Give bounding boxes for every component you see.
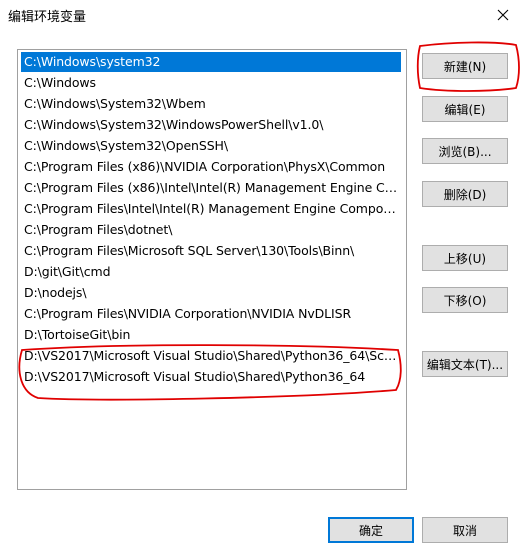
browse-button[interactable]: 浏览(B)... — [422, 138, 508, 164]
list-item[interactable]: C:\Program Files\Intel\Intel(R) Manageme… — [21, 199, 401, 219]
edit-text-button[interactable]: 编辑文本(T)... — [422, 351, 508, 377]
list-item[interactable]: C:\Program Files\NVIDIA Corporation\NVID… — [21, 304, 401, 324]
close-icon — [497, 9, 509, 21]
window-title: 编辑环境变量 — [8, 10, 87, 25]
list-item[interactable]: D:\VS2017\Microsoft Visual Studio\Shared… — [21, 346, 401, 366]
list-item[interactable]: C:\Program Files\Microsoft SQL Server\13… — [21, 241, 401, 261]
list-item[interactable]: C:\Program Files\dotnet\ — [21, 220, 401, 240]
list-item[interactable]: D:\VS2017\Microsoft Visual Studio\Shared… — [21, 367, 401, 387]
close-button[interactable] — [483, 0, 523, 30]
path-listbox[interactable]: C:\Windows\system32 C:\Windows C:\Window… — [17, 49, 407, 490]
move-down-button[interactable]: 下移(O) — [422, 287, 508, 313]
list-item[interactable]: C:\Windows\System32\WindowsPowerShell\v1… — [21, 115, 401, 135]
list-item[interactable]: C:\Windows — [21, 73, 401, 93]
ok-button[interactable]: 确定 — [328, 517, 414, 543]
new-button[interactable]: 新建(N) — [422, 53, 508, 79]
edit-button[interactable]: 编辑(E) — [422, 96, 508, 122]
list-item[interactable]: C:\Windows\System32\OpenSSH\ — [21, 136, 401, 156]
list-item[interactable]: C:\Windows\System32\Wbem — [21, 94, 401, 114]
list-item[interactable]: D:\TortoiseGit\bin — [21, 325, 401, 345]
title-bar: 编辑环境变量 — [0, 0, 523, 30]
list-item[interactable]: D:\nodejs\ — [21, 283, 401, 303]
delete-button[interactable]: 删除(D) — [422, 181, 508, 207]
move-up-button[interactable]: 上移(U) — [422, 245, 508, 271]
list-item[interactable]: C:\Program Files (x86)\Intel\Intel(R) Ma… — [21, 178, 401, 198]
list-item[interactable]: C:\Program Files (x86)\NVIDIA Corporatio… — [21, 157, 401, 177]
list-item[interactable]: C:\Windows\system32 — [21, 52, 401, 72]
list-item[interactable]: D:\git\Git\cmd — [21, 262, 401, 282]
cancel-button[interactable]: 取消 — [422, 517, 508, 543]
